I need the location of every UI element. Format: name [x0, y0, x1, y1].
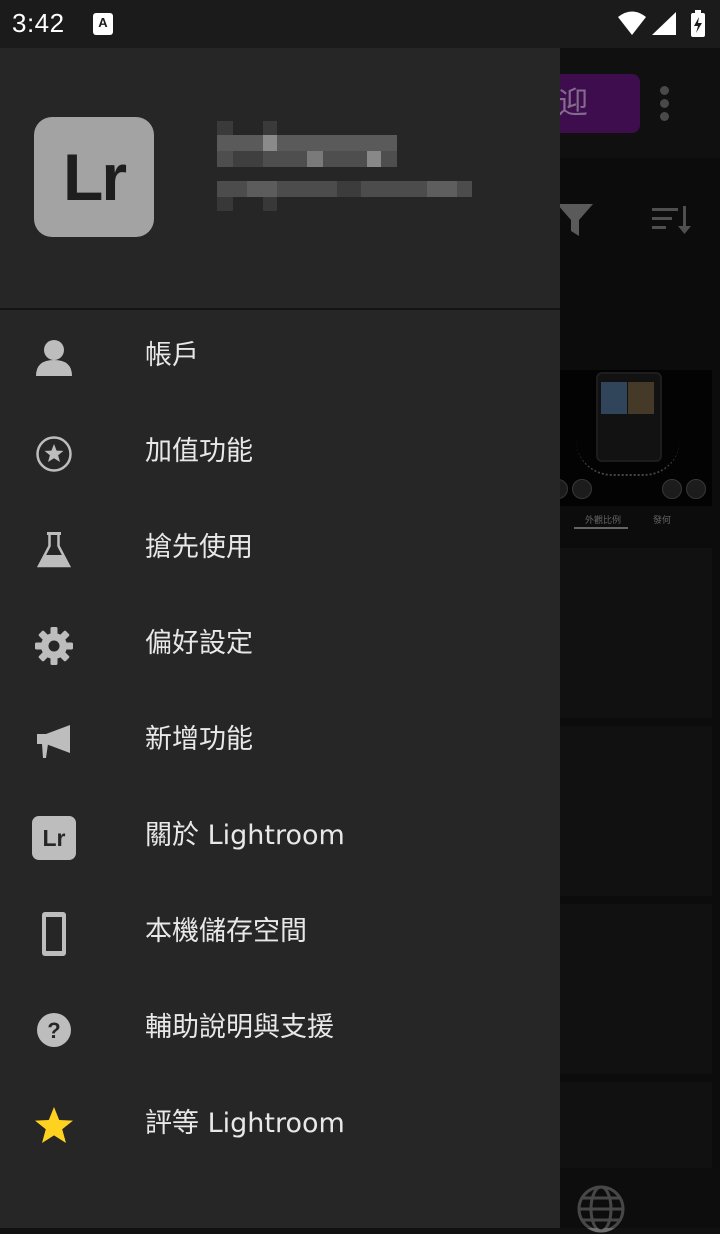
- drawer-menu: 帳戶 加值功能 搶先使用 偏好設定 新增功能 Lr 關於 Lightroom 本…: [0, 308, 560, 1172]
- status-bar: 3:42 A: [0, 0, 720, 48]
- menu-item-account[interactable]: 帳戶: [0, 308, 560, 404]
- navigation-drawer: Lr 帳戶 加值功能 搶先使用 偏好設定 新增功能 Lr 關於 Lightroo…: [0, 48, 560, 1228]
- flask-icon: [30, 526, 78, 574]
- svg-text:?: ?: [47, 1018, 60, 1043]
- menu-item-label: 帳戶: [145, 340, 199, 371]
- megaphone-icon: [30, 718, 78, 766]
- menu-item-label: 新增功能: [145, 724, 253, 755]
- lightroom-app-logo: Lr: [34, 117, 154, 237]
- star-circle-icon: [30, 430, 78, 478]
- phone-storage-icon: [30, 910, 78, 958]
- account-person-icon: [30, 334, 78, 382]
- menu-item-label: 評等 Lightroom: [145, 1108, 345, 1139]
- drawer-header: Lr: [0, 48, 560, 310]
- menu-item-label: 偏好設定: [145, 628, 253, 659]
- menu-item-preferences[interactable]: 偏好設定: [0, 596, 560, 692]
- cell-signal-icon: [652, 12, 676, 35]
- wifi-icon: [618, 11, 646, 35]
- status-time: 3:42: [12, 8, 65, 38]
- star-icon: [30, 1102, 78, 1150]
- menu-item-label: 輔助說明與支援: [145, 1012, 334, 1043]
- menu-item-about-lightroom[interactable]: Lr 關於 Lightroom: [0, 788, 560, 884]
- status-icons: [618, 10, 705, 37]
- menu-item-rate-lightroom[interactable]: 評等 Lightroom: [0, 1076, 560, 1172]
- menu-item-label: 搶先使用: [145, 532, 253, 563]
- menu-item-label: 關於 Lightroom: [145, 820, 345, 851]
- svg-text:Lr: Lr: [43, 825, 66, 851]
- menu-item-help-support[interactable]: ? 輔助說明與支援: [0, 980, 560, 1076]
- menu-item-premium-features[interactable]: 加值功能: [0, 404, 560, 500]
- lightroom-logo-icon: Lr: [30, 814, 78, 862]
- app-logo-text: Lr: [63, 140, 127, 214]
- profile-info-redacted[interactable]: [217, 121, 475, 213]
- accessibility-a-icon: A: [93, 13, 113, 35]
- menu-item-whats-new[interactable]: 新增功能: [0, 692, 560, 788]
- menu-item-label: 加值功能: [145, 436, 253, 467]
- menu-item-label: 本機儲存空間: [145, 916, 307, 947]
- help-circle-icon: ?: [30, 1006, 78, 1054]
- menu-item-local-storage[interactable]: 本機儲存空間: [0, 884, 560, 980]
- battery-charging-icon: [691, 10, 705, 37]
- gear-icon: [30, 622, 78, 670]
- menu-item-early-access[interactable]: 搶先使用: [0, 500, 560, 596]
